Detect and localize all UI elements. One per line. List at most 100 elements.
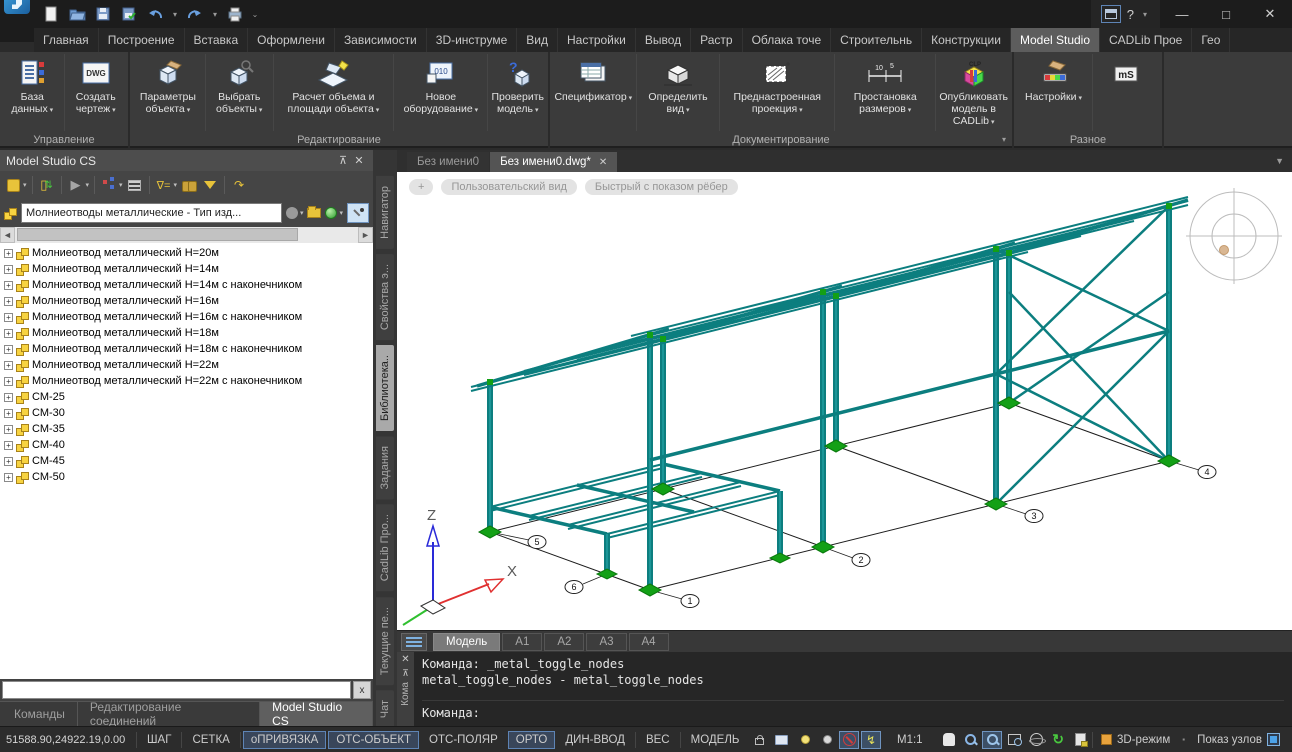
interface-switch-icon[interactable] <box>1101 5 1121 23</box>
layout-tab-a4[interactable]: А4 <box>629 633 669 651</box>
ribbon-tab[interactable]: Настройки <box>558 28 636 52</box>
layout-tab-a2[interactable]: А2 <box>544 633 584 651</box>
clear-input-button[interactable]: x <box>353 681 371 699</box>
tree-item[interactable]: СМ-25 <box>0 389 373 405</box>
quick-select-icon[interactable]: ↯ <box>861 731 881 749</box>
toggle-ortho[interactable]: ОРТО <box>508 731 556 749</box>
expand-icon[interactable] <box>4 281 13 290</box>
side-tab-library[interactable]: Библиотека.. <box>376 345 394 431</box>
print-button[interactable] <box>224 3 246 25</box>
ribbon-tab[interactable]: Оформлени <box>248 28 335 52</box>
orbit-icon[interactable] <box>1026 731 1046 749</box>
quick-access-more-dropdown[interactable]: ⌄ <box>250 10 260 19</box>
pin-icon[interactable]: ⊼ <box>335 154 351 167</box>
scroll-right-button[interactable]: ► <box>358 227 373 243</box>
expand-icon[interactable] <box>4 329 13 338</box>
lock-icon[interactable] <box>749 731 769 749</box>
tree-item[interactable]: Молниеотвод металлический Н=16м с наконе… <box>0 309 373 325</box>
tab-list-dropdown[interactable]: ▼ <box>1275 156 1284 166</box>
tree-item[interactable]: Молниеотвод металлический Н=22м <box>0 357 373 373</box>
maximize-button[interactable]: □ <box>1204 0 1248 28</box>
preset-projection-button[interactable]: Преднастроенная проекция <box>720 54 835 131</box>
side-tab-cadlib[interactable]: CadLib Про... <box>376 504 394 591</box>
expand-icon[interactable] <box>4 473 13 482</box>
tree-item[interactable]: Молниеотвод металлический Н=22м с наконе… <box>0 373 373 389</box>
bulb-icon[interactable] <box>817 731 837 749</box>
toggle-model-space[interactable]: МОДЕЛЬ <box>683 731 748 749</box>
object-params-button[interactable]: Параметры объекта <box>131 54 206 131</box>
palette-horizontal-scrollbar[interactable]: ◄ ► <box>0 227 373 243</box>
tab-commands[interactable]: Команды <box>2 702 78 726</box>
drawing-canvas[interactable]: + Пользовательский вид Быстрый с показом… <box>397 172 1292 630</box>
tree-item[interactable]: Молниеотвод металлический Н=14м <box>0 261 373 277</box>
toggle-dyn-input[interactable]: ДИН-ВВОД <box>557 731 633 749</box>
tab-model-studio-cs[interactable]: Model Studio CS <box>260 702 373 726</box>
category-combobox[interactable]: Молниеотводы металлические - Тип изд... <box>21 203 282 223</box>
app-logo[interactable] <box>0 0 34 42</box>
expand-icon[interactable] <box>4 441 13 450</box>
ribbon-tab[interactable]: Облака точе <box>743 28 832 52</box>
command-history[interactable]: Команда: _metal_toggle_nodes metal_toggl… <box>414 652 1292 726</box>
new-equipment-button[interactable]: 010 Новое оборудование <box>394 54 488 131</box>
close-icon[interactable]: ✕ <box>351 154 367 167</box>
settings-button[interactable]: Настройки <box>1015 54 1093 131</box>
ribbon-tab[interactable]: Вывод <box>636 28 691 52</box>
expand-icon[interactable] <box>4 393 13 402</box>
visual-style-pill[interactable]: Быстрый с показом рёбер <box>585 179 738 195</box>
db-sync-icon[interactable]: ▯⇅ <box>38 175 56 195</box>
status-filter-icon[interactable] <box>286 207 298 219</box>
check-model-button[interactable]: ? Проверить модель <box>488 54 547 131</box>
close-button[interactable]: ✕ <box>1248 0 1292 28</box>
ribbon-tab[interactable]: Конструкции <box>922 28 1011 52</box>
document-tab-active[interactable]: Без имени0.dwg*✕ <box>490 152 617 172</box>
ribbon-tab[interactable]: Зависимости <box>335 28 427 52</box>
tree-item[interactable]: СМ-30 <box>0 405 373 421</box>
expand-icon[interactable] <box>4 265 13 274</box>
tree-view-icon[interactable] <box>100 175 118 195</box>
ribbon-tab[interactable]: Главная <box>34 28 99 52</box>
tree-item[interactable]: СМ-50 <box>0 469 373 485</box>
layout-tab-model[interactable]: Модель <box>433 633 500 651</box>
close-tab-icon[interactable]: ✕ <box>599 157 607 168</box>
specifier-button[interactable]: Спецификатор <box>551 54 637 131</box>
redo-dropdown[interactable]: ▾ <box>210 10 220 19</box>
tree-item[interactable]: СМ-45 <box>0 453 373 469</box>
ribbon-tab[interactable]: 3D-инструме <box>427 28 518 52</box>
view-compass[interactable] <box>1186 188 1282 284</box>
pan-icon[interactable] <box>939 731 959 749</box>
define-view-button[interactable]: Определить вид <box>637 54 721 131</box>
toggle-grid[interactable]: СЕТКА <box>184 731 237 749</box>
monitor-icon[interactable] <box>771 731 791 749</box>
undo-button[interactable] <box>144 3 166 25</box>
quick-search-input[interactable] <box>2 681 351 699</box>
locked-layout-icon[interactable] <box>1070 731 1090 749</box>
ribbon-tab[interactable]: Строительнь <box>831 28 922 52</box>
expand-icon[interactable] <box>4 313 13 322</box>
filter-condition-icon[interactable]: ∇= <box>155 175 173 195</box>
create-drawing-button[interactable]: DWG Создать чертеж <box>65 54 128 131</box>
dimensions-button[interactable]: 105 Простановка размеров <box>835 54 936 131</box>
scrollbar-thumb[interactable] <box>17 228 298 241</box>
zoom-window-icon[interactable] <box>1004 731 1024 749</box>
zoom-icon[interactable] <box>960 731 980 749</box>
expand-icon[interactable] <box>4 361 13 370</box>
toggle-otrack-object[interactable]: ОТС-ОБЪЕКТ <box>328 731 419 749</box>
command-prompt[interactable]: Команда: <box>422 700 1284 722</box>
tree-item[interactable]: Молниеотвод металлический Н=14м с наконе… <box>0 277 373 293</box>
select-objects-button[interactable]: Выбрать объекты <box>206 54 274 131</box>
database-button[interactable]: База данных <box>1 54 65 131</box>
list-view-icon[interactable] <box>126 175 144 195</box>
tree-item[interactable]: СМ-40 <box>0 437 373 453</box>
side-tab-navigator[interactable]: Навигатор <box>376 176 394 249</box>
open-folder-icon[interactable] <box>307 208 321 218</box>
plot-db-icon[interactable] <box>4 175 22 195</box>
selection-highlight-icon[interactable] <box>795 731 815 749</box>
save-all-button[interactable] <box>118 3 140 25</box>
pin-icon[interactable]: ⊼ <box>402 667 409 680</box>
tab-joint-editing[interactable]: Редактирование соединений <box>78 702 260 726</box>
layout-tab-a3[interactable]: А3 <box>586 633 626 651</box>
add-view-pill[interactable]: + <box>409 179 433 195</box>
view-name-pill[interactable]: Пользовательский вид <box>441 179 576 195</box>
tree-item[interactable]: Молниеотвод металлический Н=18м <box>0 325 373 341</box>
side-tab-current[interactable]: Текущие пе... <box>376 597 394 685</box>
